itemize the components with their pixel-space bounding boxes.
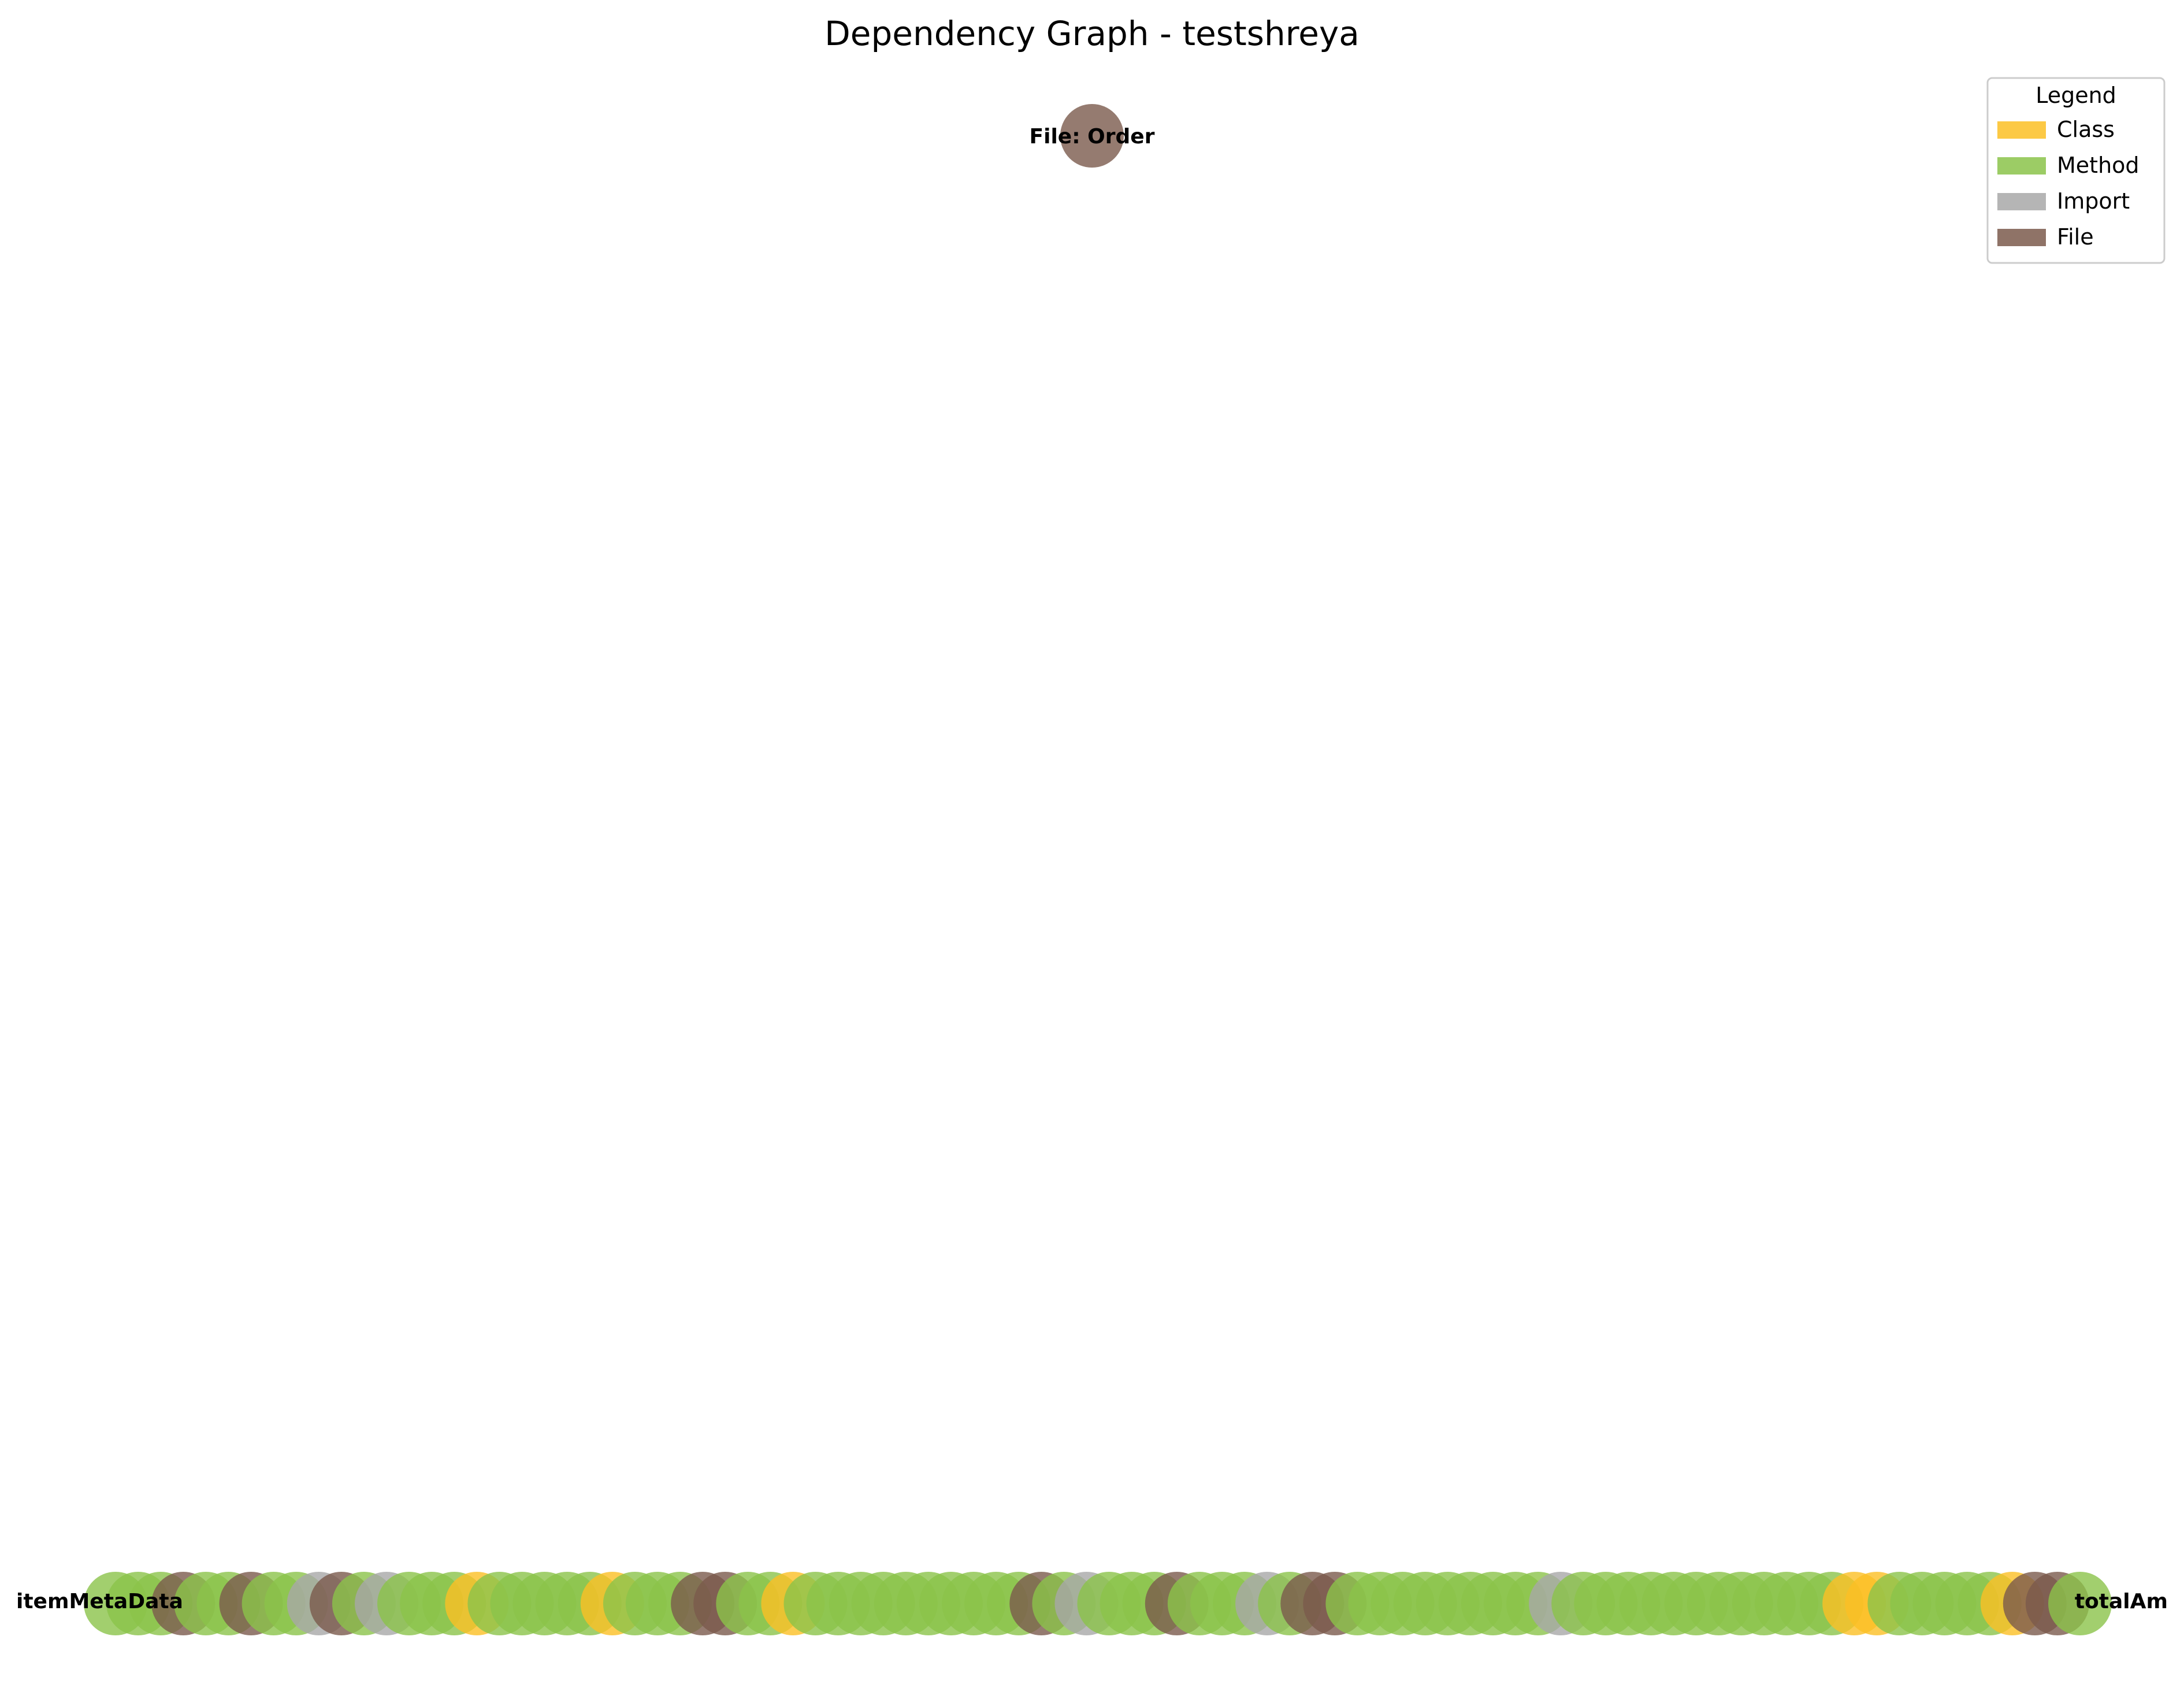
legend: Legend Class Method Import File: [1986, 77, 2166, 264]
legend-label-file: File: [2057, 224, 2094, 250]
legend-title: Legend: [2036, 83, 2116, 108]
legend-label-import: Import: [2057, 188, 2130, 214]
legend-swatch-import: [1997, 193, 2046, 210]
legend-swatch-file: [1997, 229, 2046, 246]
row-right-edge-label: totalAm: [2075, 1590, 2168, 1613]
bottom-node-row: [84, 1572, 2112, 1635]
row-left-edge-label: itemMetaData: [16, 1590, 183, 1613]
legend-label-class: Class: [2057, 117, 2115, 142]
legend-swatch-method: [1997, 157, 2046, 175]
background: [0, 0, 2184, 1681]
root-node-label: File: Order: [1030, 125, 1155, 149]
legend-swatch-class: [1997, 121, 2046, 139]
graph-title: Dependency Graph - testshreya: [824, 14, 1360, 53]
dependency-graph-canvas: Dependency Graph - testshreya File: Orde…: [0, 0, 2184, 1681]
legend-label-method: Method: [2057, 153, 2140, 178]
